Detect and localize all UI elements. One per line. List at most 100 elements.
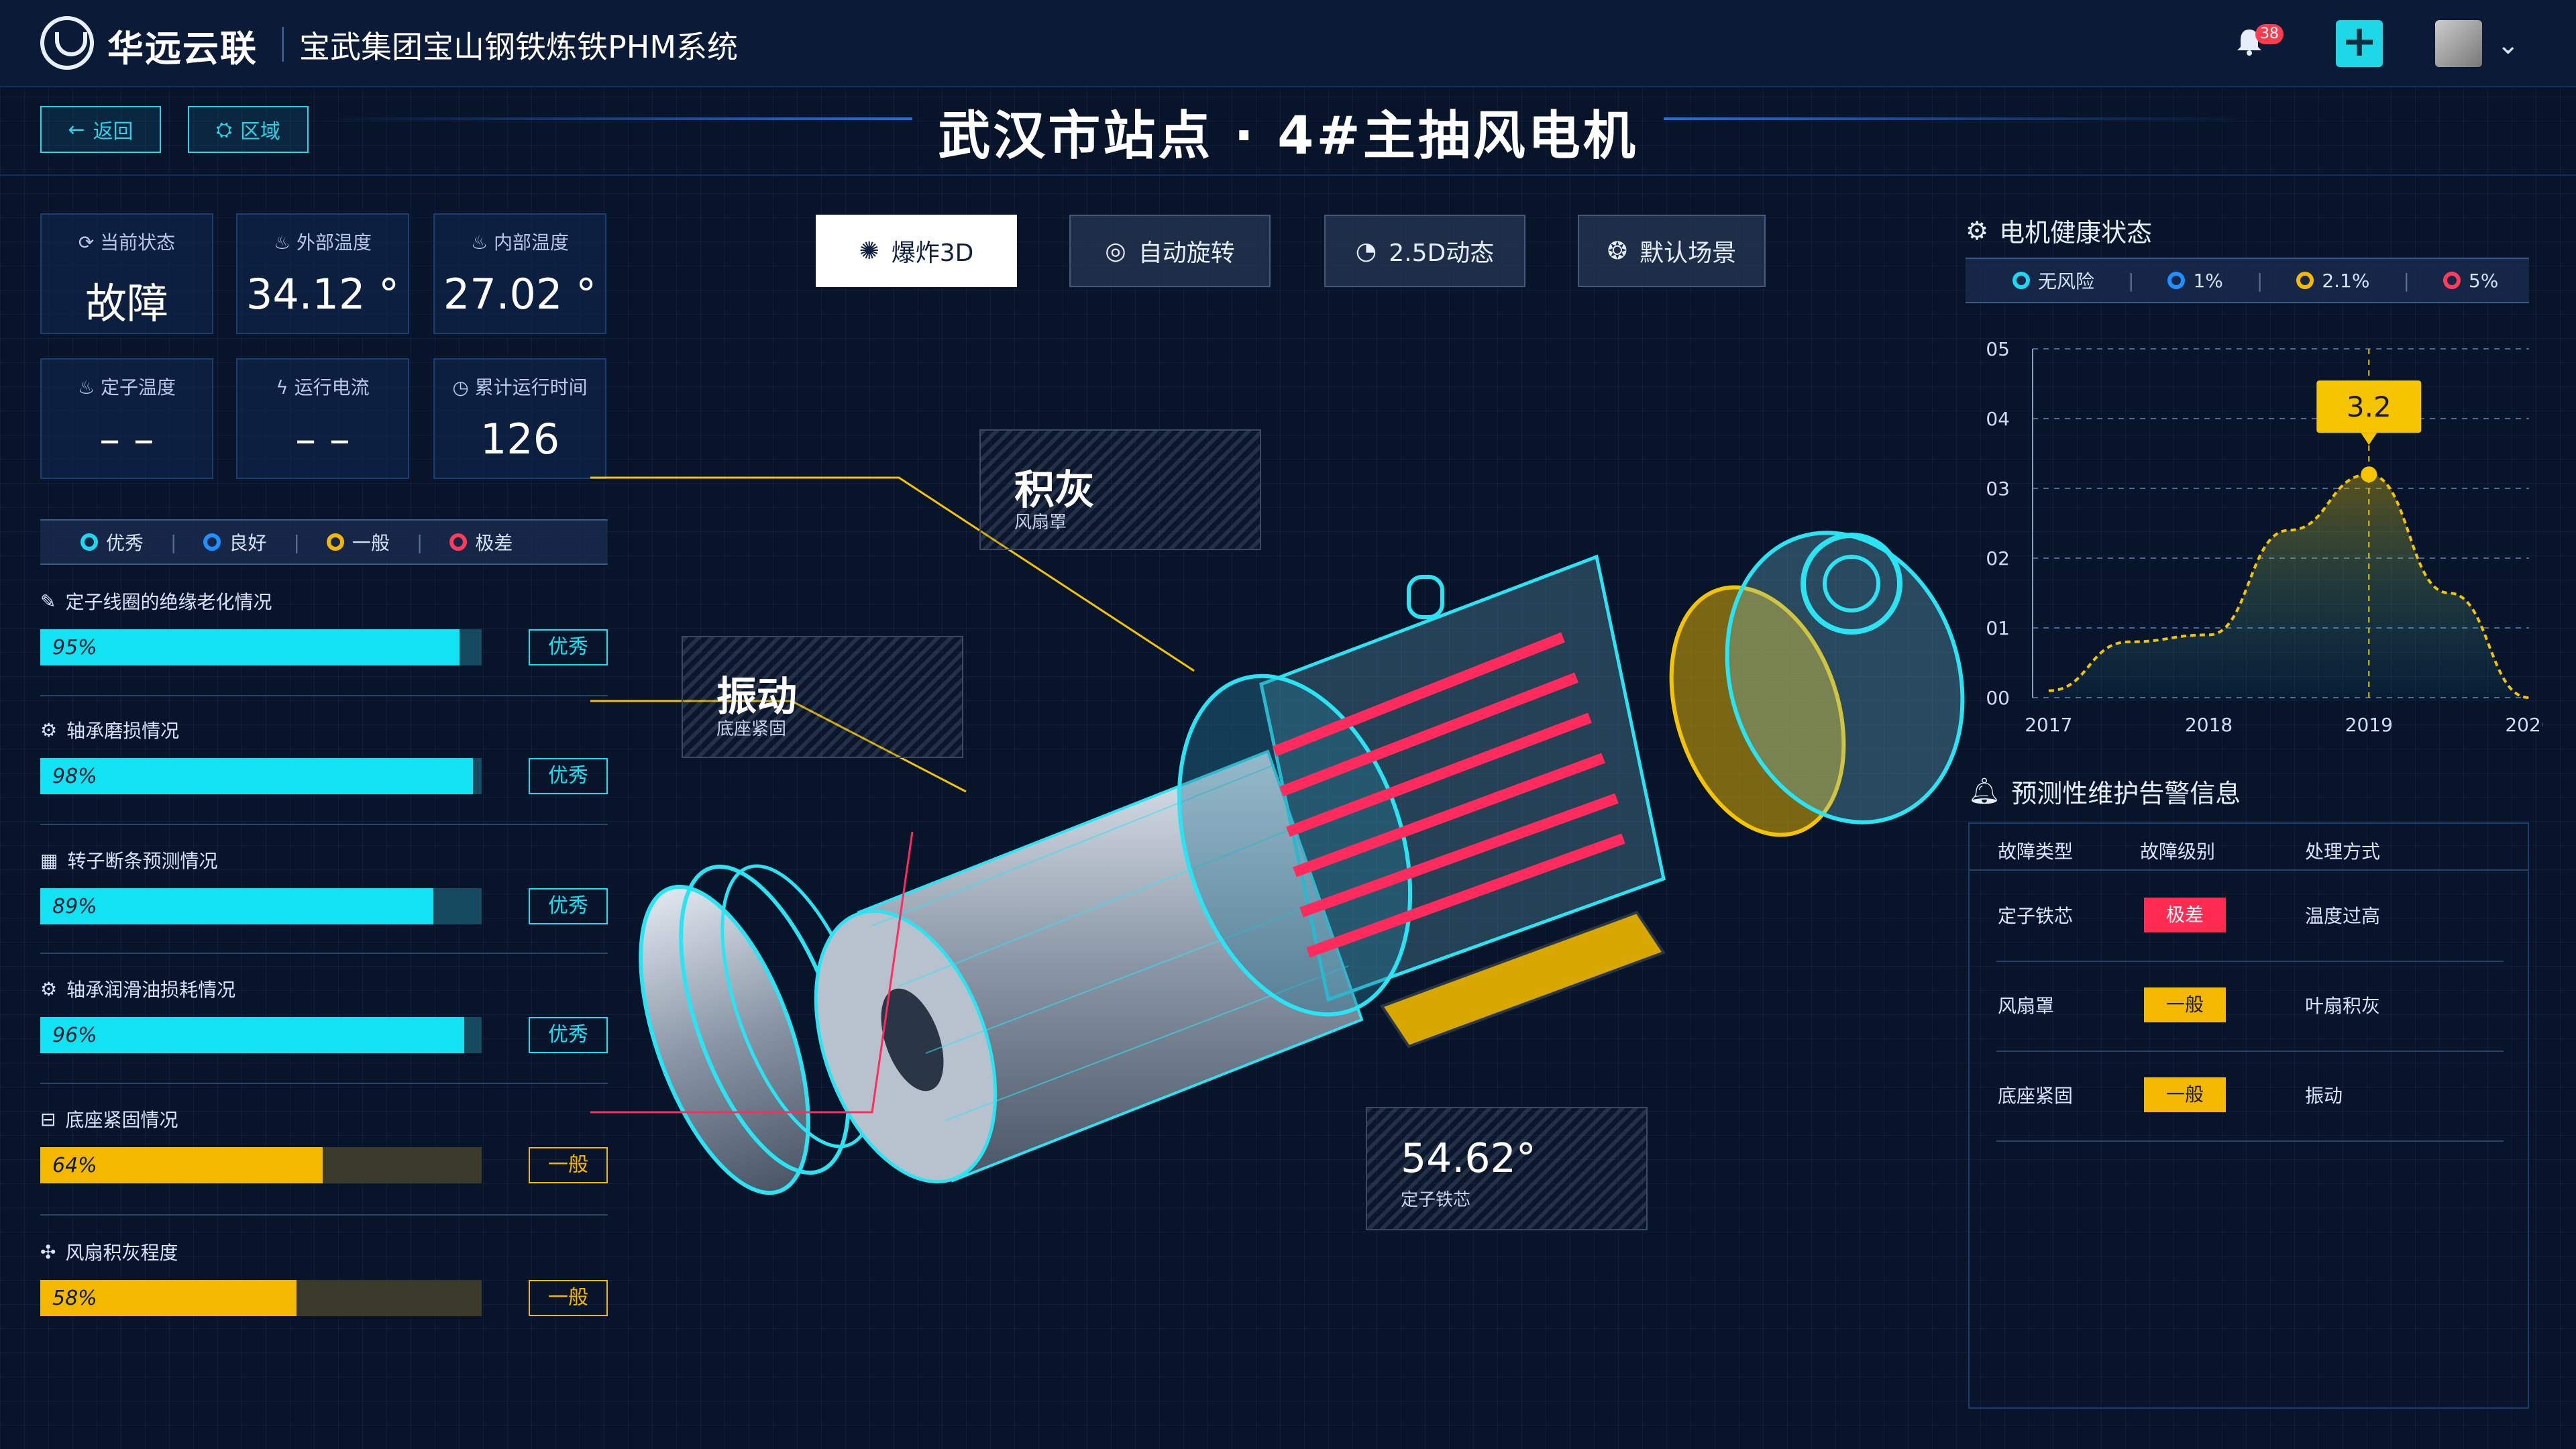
legend-label: 良好 bbox=[229, 532, 267, 554]
legend-separator: | bbox=[293, 531, 300, 553]
health-chart: 00 01 02 03 04 05 2017 2018 2019 2020 3.2 bbox=[1986, 338, 2542, 736]
back-button[interactable]: ← 返回 bbox=[40, 106, 161, 153]
callout-subtitle: 定子铁芯 bbox=[1401, 1190, 1471, 1210]
progress-label: 95% bbox=[52, 636, 97, 659]
gear-icon: ⚙ bbox=[40, 718, 58, 741]
health-legend: 无风险 | 1% | 2.1% | 5% bbox=[1966, 258, 2529, 303]
legend-separator: | bbox=[416, 531, 423, 553]
progress-label: 98% bbox=[52, 765, 97, 788]
progress-track: 95% bbox=[40, 629, 482, 665]
page-title: 武汉市站点 · 4#主抽风电机 bbox=[938, 106, 1638, 166]
thermometer-icon: ♨ bbox=[470, 231, 494, 254]
legend-dot bbox=[2443, 272, 2461, 289]
progress-track: 58% bbox=[40, 1280, 482, 1316]
legend-dot bbox=[2296, 272, 2314, 289]
progress-track: 64% bbox=[40, 1147, 482, 1183]
lightning-icon: ϟ bbox=[276, 376, 294, 398]
stat-card-current: ϟ 运行电流 – – bbox=[236, 358, 409, 479]
bell-outline-icon: 🔔︎ bbox=[1968, 776, 2001, 806]
progress-label: 58% bbox=[52, 1287, 97, 1310]
legend-label: 优秀 bbox=[106, 532, 144, 554]
legend-separator: | bbox=[2403, 269, 2410, 292]
callout-dust: 积灰 风扇罩 bbox=[979, 429, 1261, 550]
refresh-icon: ⟳ bbox=[78, 231, 101, 254]
divider bbox=[40, 824, 608, 825]
rotor-icon: ▦ bbox=[40, 849, 58, 871]
rotate-icon: ◎ bbox=[1105, 237, 1126, 265]
legend-separator: | bbox=[170, 531, 177, 553]
row-divider bbox=[1996, 1140, 2504, 1142]
table-cell-action: 温度过高 bbox=[2305, 905, 2381, 927]
view-button-auto-rotate[interactable]: ◎ 自动旋转 bbox=[1069, 215, 1271, 287]
legend-label: 极差 bbox=[475, 532, 513, 554]
bearing-icon: ⚙ bbox=[40, 977, 58, 1000]
callout-vibration: 振动 底座紧固 bbox=[682, 636, 963, 758]
y-tick-label: 00 bbox=[1986, 687, 2010, 709]
thermometer-icon: ♨ bbox=[273, 231, 297, 254]
legend-label: 无风险 bbox=[2038, 270, 2095, 292]
y-tick-label: 01 bbox=[1986, 617, 2010, 639]
legend-separator: | bbox=[2256, 269, 2263, 292]
pen-icon: ✎ bbox=[40, 590, 56, 612]
highlight-point bbox=[2361, 466, 2377, 483]
stat-label: 外部温度 bbox=[297, 231, 372, 254]
stat-value: – – bbox=[99, 415, 154, 464]
users-icon: ⛭ bbox=[216, 117, 232, 142]
table-header: 处理方式 bbox=[2305, 841, 2381, 863]
title-decoration-right bbox=[1664, 117, 2254, 120]
metric-title: 轴承润滑油损耗情况 bbox=[66, 979, 236, 1001]
progress-label: 96% bbox=[52, 1024, 97, 1047]
pie-icon: ◔ bbox=[1355, 237, 1377, 265]
legend-label: 5% bbox=[2468, 269, 2499, 292]
tooltip-label: 3.2 bbox=[2347, 390, 2392, 423]
stat-value: 27.02 ° bbox=[443, 270, 597, 319]
x-tick-label: 2020 bbox=[2505, 714, 2542, 736]
legend-dot bbox=[449, 533, 468, 551]
sun-icon: ✺ bbox=[859, 237, 879, 265]
stat-value: 126 bbox=[480, 415, 560, 464]
progress-fill: 96% bbox=[40, 1017, 464, 1053]
level-badge: 一般 bbox=[2144, 1077, 2226, 1112]
stat-card-internal-temp: ♨ 内部温度 27.02 ° bbox=[433, 213, 606, 334]
x-tick-label: 2017 bbox=[2025, 714, 2072, 736]
divider bbox=[40, 695, 608, 696]
arrow-left-icon: ← bbox=[68, 117, 85, 142]
title-decoration-left bbox=[322, 117, 912, 120]
row-divider bbox=[1996, 961, 2504, 962]
alerts-table: 故障类型 故障级别 处理方式 定子铁芯 极差 温度过高 风扇罩 一般 叶扇积灰 … bbox=[1968, 822, 2529, 1409]
scene-icon: ❂ bbox=[1607, 237, 1628, 265]
stat-label: 运行电流 bbox=[294, 376, 370, 398]
y-tick-label: 05 bbox=[1986, 338, 2010, 360]
callout-title: 积灰 bbox=[1014, 467, 1095, 514]
clock-icon: ◷ bbox=[452, 376, 475, 398]
chevron-down-icon[interactable]: ⌄ bbox=[2497, 30, 2520, 60]
metric-title: 轴承磨损情况 bbox=[66, 720, 180, 742]
level-badge: 极差 bbox=[2144, 898, 2226, 932]
region-button[interactable]: ⛭ 区域 bbox=[188, 106, 309, 153]
stat-label: 内部温度 bbox=[494, 231, 570, 254]
view-button-25d[interactable]: ◔ 2.5D动态 bbox=[1324, 215, 1525, 287]
quality-legend: 优秀 | 良好 | 一般 | 极差 bbox=[40, 519, 608, 565]
view-button-explode-3d[interactable]: ✺ 爆炸3D bbox=[816, 215, 1017, 287]
metric-row: ✎ 定子线圈的绝缘老化情况 95% 优秀 bbox=[40, 588, 608, 695]
add-button[interactable]: + bbox=[2336, 20, 2383, 67]
progress-fill: 98% bbox=[40, 758, 473, 794]
metric-row: ⚙ 轴承磨损情况 98% 优秀 bbox=[40, 716, 608, 824]
stat-label: 累计运行时间 bbox=[474, 376, 588, 398]
fan-part bbox=[1669, 531, 1965, 837]
base-icon: ⊟ bbox=[40, 1108, 56, 1130]
region-button-label: 区域 bbox=[240, 120, 280, 144]
series-area bbox=[2048, 474, 2529, 698]
stat-value: 故障 bbox=[85, 279, 168, 328]
table-cell-type: 定子铁芯 bbox=[1998, 905, 2074, 927]
settings-icon: ⚙ bbox=[1966, 215, 1989, 246]
metric-row: ▦ 转子断条预测情况 89% 优秀 bbox=[40, 847, 608, 954]
brand-logo-icon bbox=[40, 16, 94, 70]
legend-label: 2.1% bbox=[2322, 269, 2370, 292]
header-divider bbox=[1970, 869, 2528, 871]
view-button-default-scene[interactable]: ❂ 默认场景 bbox=[1578, 215, 1766, 287]
table-header: 故障级别 bbox=[2140, 841, 2216, 863]
avatar[interactable] bbox=[2435, 20, 2482, 67]
motor-3d-model[interactable] bbox=[590, 416, 1986, 1315]
stat-value: 34.12 ° bbox=[246, 270, 400, 319]
